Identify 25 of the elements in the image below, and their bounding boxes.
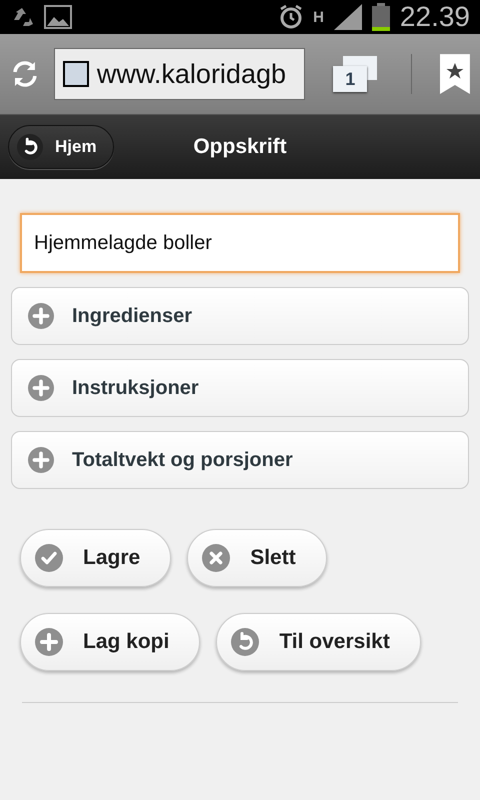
action-button[interactable]: Til oversikt bbox=[216, 613, 421, 671]
collapsible-section[interactable]: Totaltvekt og porsjoner bbox=[11, 431, 469, 489]
page-title: Oppskrift bbox=[193, 135, 287, 159]
plus-icon bbox=[28, 303, 54, 329]
bookmark-icon[interactable] bbox=[440, 54, 470, 94]
plus-icon bbox=[28, 447, 54, 473]
network-type: H bbox=[313, 8, 324, 26]
home-button[interactable]: Hjem bbox=[8, 125, 114, 169]
collapsible-section[interactable]: Ingredienser bbox=[11, 287, 469, 345]
plus-icon bbox=[35, 628, 63, 656]
recipe-name-field[interactable]: Hjemmelagde boller bbox=[20, 213, 460, 273]
action-button[interactable]: Lag kopi bbox=[20, 613, 200, 671]
alarm-clock-icon bbox=[279, 4, 304, 30]
signal-icon bbox=[334, 4, 362, 30]
favicon-icon bbox=[62, 61, 89, 87]
battery-icon bbox=[372, 3, 390, 31]
collapsible-section[interactable]: Instruksjoner bbox=[11, 359, 469, 417]
clock-time: 22.39 bbox=[400, 1, 470, 33]
check-icon bbox=[35, 544, 63, 572]
close-icon bbox=[202, 544, 230, 572]
address-bar[interactable]: www.kaloridagb bbox=[54, 48, 306, 100]
action-button[interactable]: Lagre bbox=[20, 529, 172, 587]
action-button[interactable]: Slett bbox=[187, 529, 327, 587]
image-icon bbox=[44, 5, 72, 29]
plus-icon bbox=[28, 375, 54, 401]
